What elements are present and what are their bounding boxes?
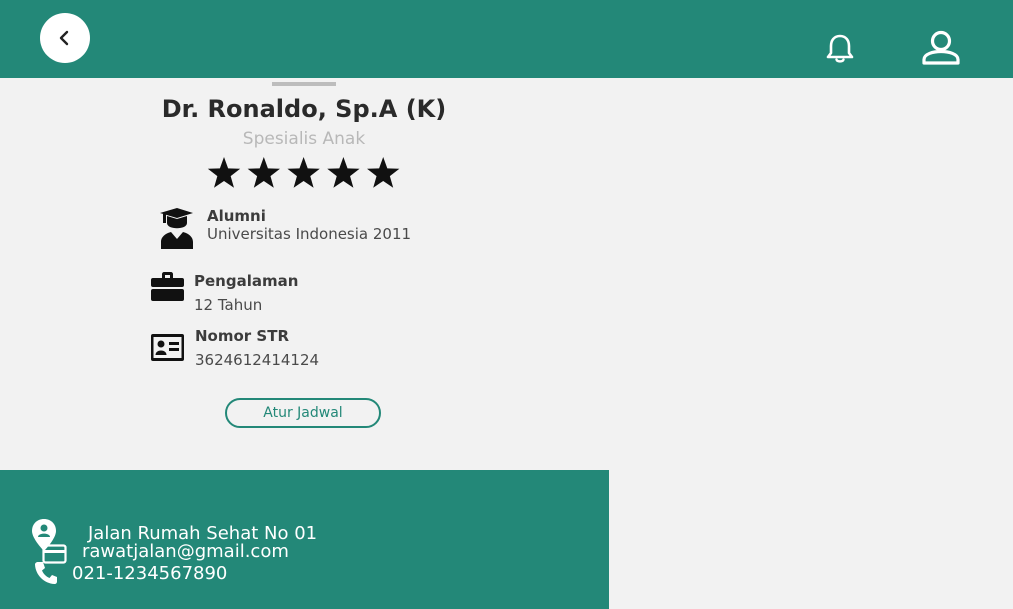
experience-label: Pengalaman	[194, 272, 299, 290]
phone-icon	[35, 562, 57, 584]
footer-email[interactable]: rawatjalan@gmail.com	[82, 541, 289, 562]
str-value: 3624612414124	[195, 351, 320, 369]
doctor-name: Dr. Ronaldo, Sp.A (K)	[161, 95, 447, 123]
star-icon	[247, 157, 280, 188]
star-icon	[287, 157, 320, 188]
chevron-left-icon	[59, 30, 69, 46]
top-bar	[0, 0, 1013, 78]
star-icon	[207, 157, 241, 188]
graduate-icon	[160, 208, 193, 249]
footer: Jalan Rumah Sehat No 01 rawatjalan@gmail…	[0, 470, 609, 609]
schedule-button[interactable]: Atur Jadwal	[225, 398, 381, 428]
user-icon[interactable]	[921, 29, 961, 67]
alumni-label: Alumni	[207, 207, 266, 225]
back-button[interactable]	[40, 13, 90, 63]
experience-value: 12 Tahun	[194, 296, 263, 314]
star-icon	[327, 157, 360, 188]
briefcase-icon	[151, 272, 184, 301]
star-icon	[367, 157, 400, 188]
doctor-specialty: Spesialis Anak	[242, 129, 366, 149]
id-card-icon	[151, 334, 184, 361]
alumni-value: Universitas Indonesia 2011	[207, 225, 412, 243]
handle-divider	[272, 82, 336, 86]
str-label: Nomor STR	[195, 327, 289, 345]
star-rating	[204, 153, 404, 195]
bell-icon[interactable]	[823, 31, 857, 65]
footer-phone[interactable]: 021-1234567890	[72, 563, 227, 584]
